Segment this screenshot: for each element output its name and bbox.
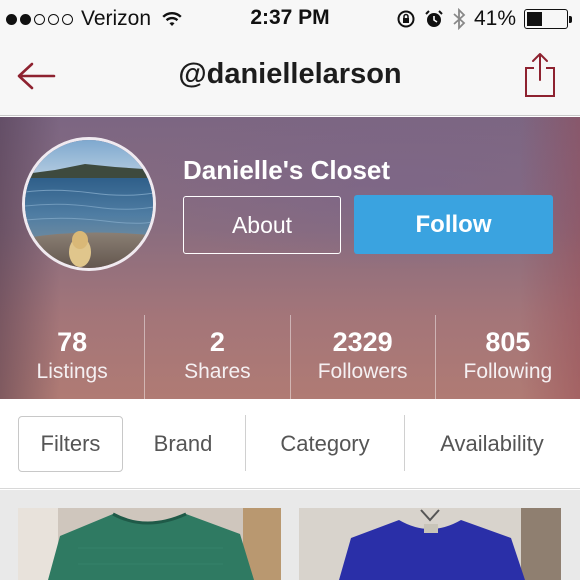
listing-photo-blue-top: [299, 508, 561, 580]
share-button[interactable]: [520, 50, 560, 100]
orientation-lock-icon: [397, 10, 415, 28]
battery-percent: 41%: [473, 7, 516, 30]
filter-divider: [404, 415, 405, 471]
filter-availability[interactable]: Availability: [410, 416, 574, 472]
battery-fill: [527, 12, 543, 26]
listings-grid: [0, 490, 580, 580]
bluetooth-icon: [453, 8, 466, 30]
listing-photo-green-top: [18, 508, 281, 580]
profile-stats: 78 Listings 2 Shares 2329 Followers 805 …: [0, 315, 580, 399]
status-bar: Verizon 2:37 PM 41%: [0, 0, 580, 38]
stat-value: 2329: [332, 327, 393, 357]
listing-card[interactable]: [18, 508, 281, 580]
stat-value: 2: [209, 327, 225, 357]
filter-category[interactable]: Category: [250, 416, 400, 472]
avatar-lake-photo: [25, 140, 153, 268]
nav-bar: @daniellelarson: [0, 38, 580, 116]
battery-icon: [524, 9, 572, 29]
stat-followers[interactable]: 2329 Followers: [289, 315, 435, 399]
alarm-icon: [425, 10, 443, 27]
stat-listings[interactable]: 78 Listings: [0, 315, 144, 399]
stat-label: Followers: [317, 360, 408, 383]
filters-button[interactable]: Filters: [18, 416, 123, 472]
listing-card[interactable]: [299, 508, 561, 580]
stat-value: 78: [57, 327, 88, 357]
share-icon: [525, 53, 555, 97]
profile-header: Danielle's Closet About Follow 78 Listin…: [0, 117, 580, 399]
about-button[interactable]: About: [183, 196, 341, 254]
filter-brand[interactable]: Brand: [130, 416, 236, 472]
stat-label: Listings: [36, 360, 108, 383]
stat-shares[interactable]: 2 Shares: [144, 315, 289, 399]
closet-name: Danielle's Closet: [183, 155, 391, 185]
follow-button[interactable]: Follow: [354, 195, 553, 254]
stat-value: 805: [485, 327, 531, 357]
filter-divider: [245, 415, 246, 471]
filter-bar: Filters Brand Category Availability: [0, 399, 580, 489]
status-right: 41%: [396, 6, 572, 32]
avatar[interactable]: [22, 137, 156, 271]
stat-label: Following: [463, 360, 553, 383]
page-title: @daniellelarson: [178, 58, 402, 90]
stat-following[interactable]: 805 Following: [434, 315, 580, 399]
stat-label: Shares: [184, 360, 251, 383]
